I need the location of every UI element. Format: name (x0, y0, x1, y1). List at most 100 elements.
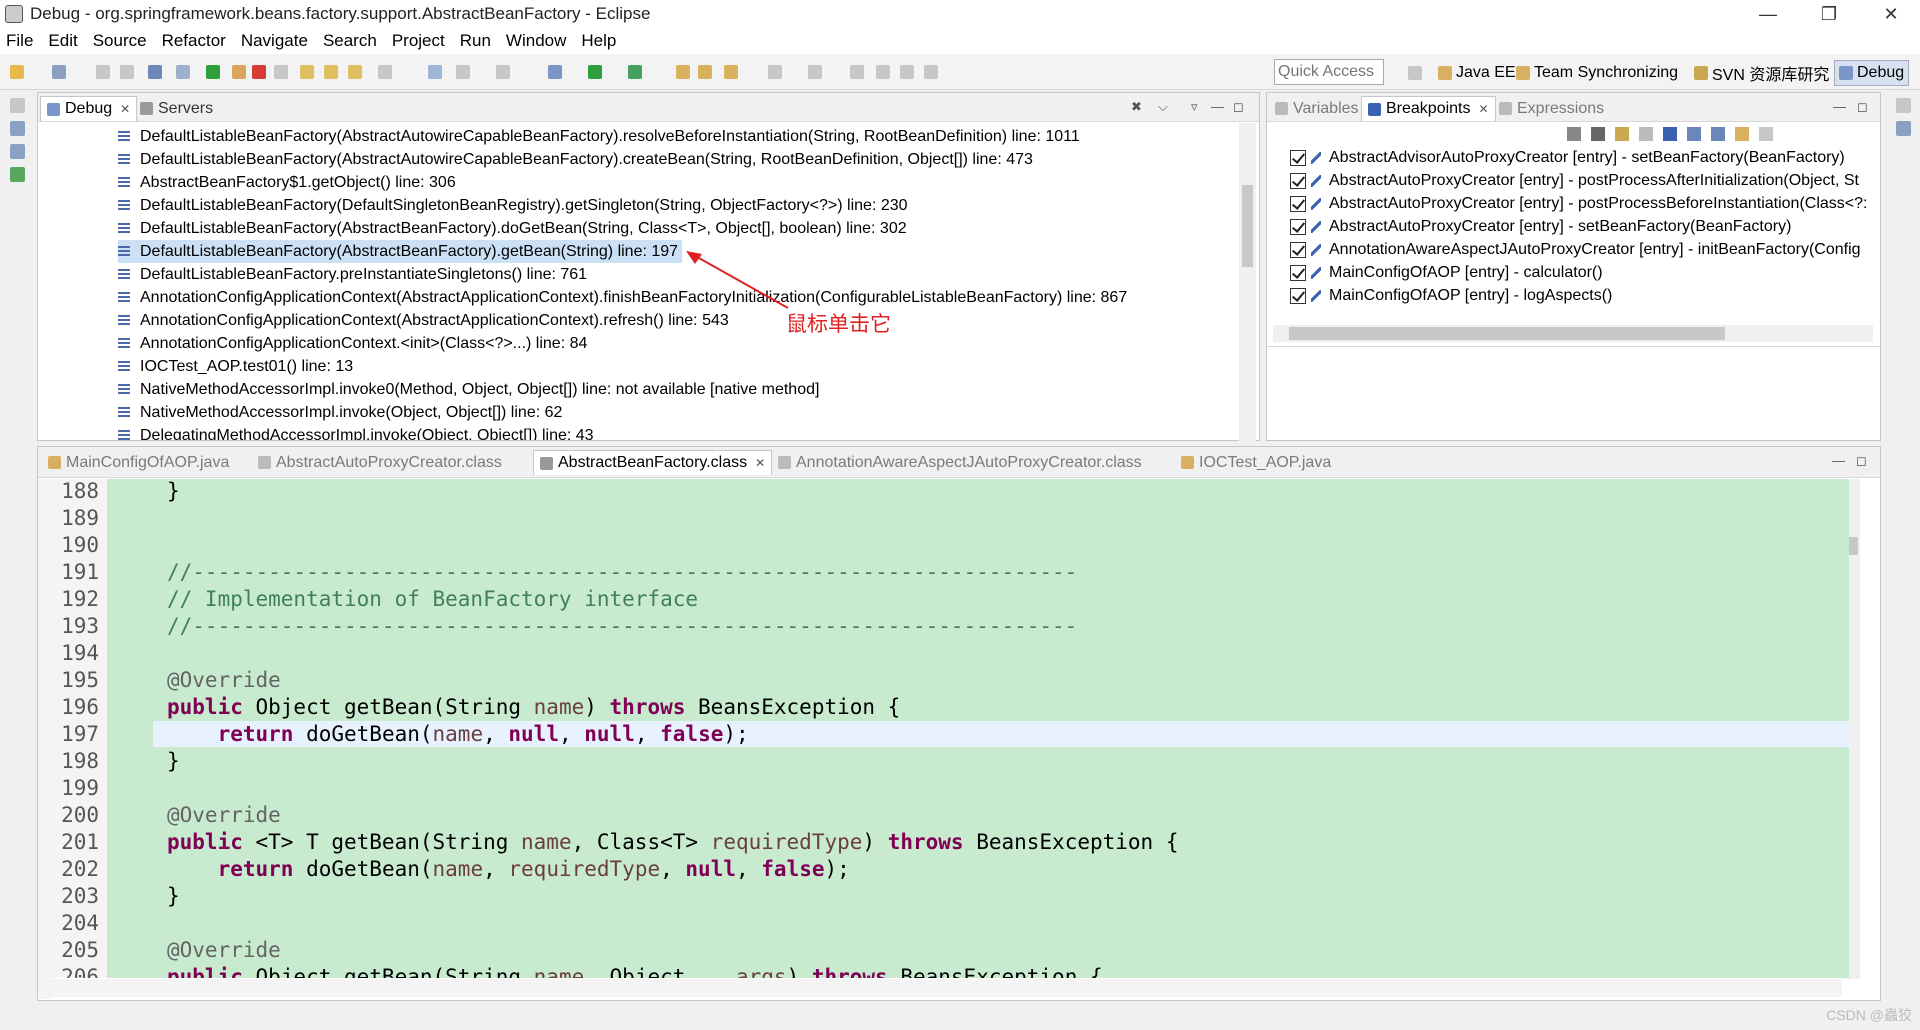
scroll-thumb[interactable] (1242, 185, 1253, 267)
skip-all-breakpoints-icon[interactable] (1663, 127, 1677, 141)
minimize-view-icon[interactable]: — (1832, 453, 1845, 468)
disconnect-icon[interactable] (274, 65, 288, 79)
drop-to-frame-icon[interactable] (378, 65, 392, 79)
minimize-view-icon[interactable]: — (1211, 99, 1224, 114)
maximize-view-icon[interactable]: ◻ (1856, 453, 1867, 469)
run-icon[interactable] (588, 65, 602, 79)
stack-frame[interactable]: DefaultListableBeanFactory(AbstractAutow… (118, 125, 1080, 148)
open-icon[interactable] (52, 65, 66, 79)
last-edit-icon[interactable] (900, 65, 914, 79)
stack-frame[interactable]: AnnotationConfigApplicationContext(Abstr… (118, 309, 729, 332)
stack-frame[interactable]: AbstractBeanFactory$1.getObject() line: … (118, 171, 456, 194)
step-return-icon[interactable] (348, 65, 362, 79)
new-icon[interactable] (10, 65, 24, 79)
stack-frame[interactable]: DefaultListableBeanFactory(AbstractBeanF… (118, 217, 907, 240)
stack-frame[interactable]: DefaultListableBeanFactory(AbstractAutow… (118, 148, 1033, 171)
perspective-debug[interactable]: Debug (1834, 60, 1910, 86)
breakpoint-item[interactable]: AbstractAutoProxyCreator [entry] - postP… (1290, 192, 1867, 215)
outline-icon[interactable] (9, 167, 25, 182)
menu-refactor[interactable]: Refactor (162, 31, 226, 51)
close-tab-icon[interactable]: ✕ (120, 102, 130, 116)
stack-frame[interactable]: AnnotationConfigApplicationContext(Abstr… (118, 286, 1127, 309)
new-class-icon[interactable] (724, 65, 738, 79)
next-annotation-icon[interactable] (876, 65, 890, 79)
tab-debug[interactable]: Debug ✕ (40, 96, 138, 121)
close-tab-icon[interactable]: ✕ (1479, 102, 1489, 116)
breakpoints-hscroll[interactable] (1273, 325, 1873, 342)
collapse-all-icon[interactable] (1711, 127, 1725, 141)
stack-frame[interactable]: DefaultListableBeanFactory.preInstantiat… (118, 263, 587, 286)
menu-search[interactable]: Search (323, 31, 377, 51)
open-perspective-button[interactable] (1404, 60, 1430, 86)
breakpoint-checkbox[interactable] (1290, 172, 1306, 189)
editor-tab-annotationawareaspectj[interactable]: AnnotationAwareAspectJAutoProxyCreator.c… (772, 450, 1148, 475)
new-java-project-icon[interactable] (676, 65, 690, 79)
editor-tab-ioctest-aop[interactable]: IOCTest_AOP.java (1175, 450, 1337, 475)
stack-frame[interactable]: DefaultListableBeanFactory(DefaultSingle… (118, 194, 908, 217)
stack-frame[interactable]: NativeMethodAccessorImpl.invoke0(Method,… (118, 378, 819, 401)
breakpoint-checkbox[interactable] (1290, 241, 1306, 258)
tab-expressions[interactable]: Expressions (1493, 96, 1610, 121)
breakpoint-item[interactable]: MainConfigOfAOP [entry] - calculator() (1290, 261, 1603, 284)
stack-frame[interactable]: NativeMethodAccessorImpl.invoke(Object, … (118, 401, 562, 424)
menu-file[interactable]: File (6, 31, 33, 51)
breakpoint-item[interactable]: AbstractAutoProxyCreator [entry] - setBe… (1290, 215, 1791, 238)
close-button[interactable]: ✕ (1868, 0, 1914, 28)
outline-view-icon[interactable] (1895, 121, 1911, 136)
perspective-java-ee[interactable]: Java EE (1434, 60, 1520, 86)
skip-breakpoints-icon[interactable] (176, 65, 190, 79)
menu-window[interactable]: Window (506, 31, 566, 51)
debug-icon[interactable] (548, 65, 562, 79)
restore-button[interactable]: ❐ (1806, 0, 1852, 28)
editor-tab-mainconfigofaop[interactable]: MainConfigOfAOP.java (42, 450, 235, 475)
back-icon[interactable] (924, 65, 938, 79)
step-into-icon[interactable] (300, 65, 314, 79)
breakpoint-checkbox[interactable] (1290, 218, 1306, 235)
stack-frame-selected[interactable]: DefaultListableBeanFactory(AbstractBeanF… (118, 240, 683, 263)
print-icon[interactable] (148, 65, 162, 79)
save-all-icon[interactable] (120, 65, 134, 79)
breakpoint-item[interactable]: AbstractAdvisorAutoProxyCreator [entry] … (1290, 146, 1845, 169)
menu-run[interactable]: Run (460, 31, 491, 51)
debug-scrollbar[interactable] (1239, 123, 1256, 441)
editor-tab-abstractautoproxycreator[interactable]: AbstractAutoProxyCreator.class (252, 450, 508, 475)
menu-edit[interactable]: Edit (48, 31, 77, 51)
stack-frame[interactable]: AnnotationConfigApplicationContext.<init… (118, 332, 587, 355)
stack-frame[interactable]: IOCTest_AOP.test01() line: 13 (118, 355, 353, 378)
breakpoint-item[interactable]: AnnotationAwareAspectJAutoProxyCreator [… (1290, 238, 1861, 261)
add-exception-breakpoint-icon[interactable] (1759, 127, 1773, 141)
breakpoint-item[interactable]: AbstractAutoProxyCreator [entry] - postP… (1290, 169, 1859, 192)
maximize-view-icon[interactable]: ◻ (1857, 99, 1868, 115)
go-to-file-icon[interactable] (1639, 127, 1653, 141)
remove-terminated-icon[interactable]: ✖ (1131, 99, 1142, 115)
console-icon[interactable] (9, 121, 25, 136)
stack-frame[interactable]: DelegatingMethodAccessorImpl.invoke(Obje… (118, 424, 594, 440)
breakpoint-checkbox[interactable] (1290, 195, 1306, 212)
view-menu-icon[interactable]: ⌵ (1158, 99, 1168, 115)
minimize-button[interactable]: — (1745, 0, 1791, 28)
run-external-tools-icon[interactable] (628, 65, 642, 79)
show-supported-breakpoints-icon[interactable] (1615, 127, 1629, 141)
remove-all-breakpoints-icon[interactable] (1591, 127, 1605, 141)
quick-access-input[interactable] (1274, 59, 1384, 85)
tab-variables[interactable]: Variables (1269, 96, 1365, 121)
task-icon[interactable] (9, 144, 25, 159)
menu-project[interactable]: Project (392, 31, 445, 51)
open-type-icon[interactable] (768, 65, 782, 79)
editor-tab-abstractbeanfactory[interactable]: AbstractBeanFactory.class ✕ (533, 450, 773, 475)
tab-breakpoints[interactable]: Breakpoints ✕ (1361, 96, 1496, 121)
menu-help[interactable]: Help (581, 31, 616, 51)
search-icon[interactable] (808, 65, 822, 79)
view-dropdown-icon[interactable]: ▿ (1191, 99, 1198, 115)
tab-servers[interactable]: Servers (134, 96, 219, 121)
toggle-breakpoint-icon[interactable] (428, 65, 442, 79)
expand-all-icon[interactable] (1687, 127, 1701, 141)
maximize-view-icon[interactable]: ◻ (1233, 99, 1244, 115)
new-package-icon[interactable] (698, 65, 712, 79)
save-icon[interactable] (96, 65, 110, 79)
restore-icon[interactable] (9, 98, 25, 113)
breakpoint-checkbox[interactable] (1290, 149, 1306, 166)
menu-source[interactable]: Source (93, 31, 147, 51)
use-step-filters-icon[interactable] (496, 65, 510, 79)
terminate-icon[interactable] (252, 65, 266, 79)
